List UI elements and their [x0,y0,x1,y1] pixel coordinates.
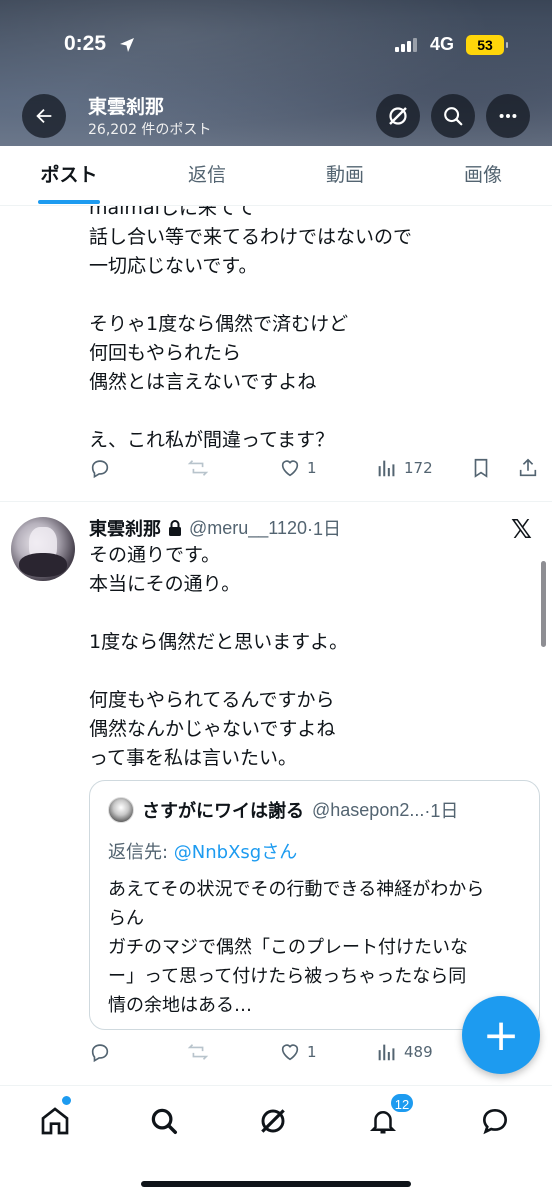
like-count: 1 [307,1043,317,1061]
back-button[interactable] [22,94,66,138]
like-button[interactable]: 1 [279,1041,317,1063]
network-type: 4G [430,34,455,54]
x-logo-icon: 𝕏 [511,515,532,545]
more-button[interactable] [486,94,530,138]
heart-icon [281,460,299,477]
grok-button[interactable] [376,94,420,138]
nav-grok[interactable] [256,1104,290,1138]
grok-icon [261,1109,285,1133]
search-icon [444,107,463,126]
scrollbar[interactable] [541,561,546,647]
profile-header: 東雲刹那 26,202 件のポスト [0,94,552,138]
heart-icon [281,1044,299,1061]
tweet-author: 東雲刹那 @meru__1120·1日 [89,515,341,541]
tweet[interactable]: 東雲刹那 @meru__1120·1日 𝕏 その通りです。 本当にその通り。 1… [0,503,552,1083]
search-button[interactable] [431,94,475,138]
tab-posts[interactable]: ポスト [0,146,138,205]
notifications-badge: 12 [389,1092,415,1114]
reply-to-prefix: 返信先: [108,842,174,863]
nav-search[interactable] [147,1104,181,1138]
reply-mention-link[interactable]: @NnbXsgさん [174,842,297,863]
search-icon [151,1108,177,1134]
quote-author-handle: @hasepon2... [312,799,425,820]
quote-avatar [108,797,134,823]
views-button[interactable]: 489 [376,1041,433,1063]
quote-author-name: さすがにワイは謝る [142,801,304,822]
repost-button[interactable] [187,1041,209,1063]
quote-time: ·1日 [424,801,459,821]
author-handle: @meru__1120 [189,517,308,538]
home-indicator [141,1181,411,1187]
tab-images[interactable]: 画像 [414,146,552,205]
bookmark-button[interactable] [470,457,492,479]
views-button[interactable]: 172 [376,457,433,479]
profile-name: 東雲刹那 [88,96,165,118]
location-arrow-icon [118,36,136,58]
quote-text: あえてその状況でその行動できる神経がわから らん ガチのマジで偶然「このプレート… [108,879,485,1016]
repost-button[interactable] [187,457,209,479]
nav-home[interactable] [38,1104,72,1138]
tweet-actions: 1 172 [89,457,539,483]
repost-icon [187,460,209,476]
view-count: 172 [404,459,433,477]
new-posts-dot [62,1096,71,1105]
grok-icon [389,107,407,125]
nav-messages[interactable] [478,1104,512,1138]
reply-to: 返信先: @NnbXsgさん [108,838,297,864]
reply-button[interactable] [89,457,111,479]
author-name[interactable]: 東雲刹那 [89,515,161,541]
compose-post-button[interactable]: + [462,996,540,1074]
status-time: 0:25 [64,32,107,55]
reply-button[interactable] [89,1041,111,1063]
more-icon [499,113,517,119]
arrow-left-icon [36,108,52,124]
post-count: 26,202 件のポスト [88,122,212,138]
quote-author: さすがにワイは謝る @hasepon2... ·1日 [108,797,458,823]
share-icon [519,458,537,477]
profile-tabs: ポスト 返信 動画 画像 [0,146,552,206]
lock-icon [169,520,181,536]
home-icon [41,1107,69,1135]
signal-icon [395,36,417,52]
status-bar: 0:25 4G 53 [0,30,552,64]
views-icon [378,1044,395,1061]
tweet-text: その通りです。 本当にその通り。 1度なら偶然だと思いますよ。 何度もやられてる… [89,544,349,769]
bookmark-icon [474,458,488,478]
view-count: 489 [404,1043,433,1061]
post-time: ·1日 [307,519,342,539]
battery-indicator: 53 [466,35,508,55]
tab-replies[interactable]: 返信 [138,146,276,205]
avatar[interactable] [11,517,75,581]
messages-icon [482,1108,508,1135]
reply-icon [91,460,109,479]
tweet[interactable]: maimaiしに来てて 話し合い等で来てるわけではないので 一切応じないです。 … [0,206,552,502]
tweet-text: maimaiしに来てて 話し合い等で来てるわけではないので 一切応じないです。 … [89,206,413,451]
views-icon [378,460,395,477]
like-count: 1 [307,459,317,477]
share-button[interactable] [517,457,539,479]
tab-videos[interactable]: 動画 [276,146,414,205]
quote-tweet[interactable]: さすがにワイは謝る @hasepon2... ·1日 返信先: @NnbXsgさん… [89,780,540,1030]
repost-icon [187,1044,209,1060]
reply-icon [91,1044,109,1063]
like-button[interactable]: 1 [279,457,317,479]
